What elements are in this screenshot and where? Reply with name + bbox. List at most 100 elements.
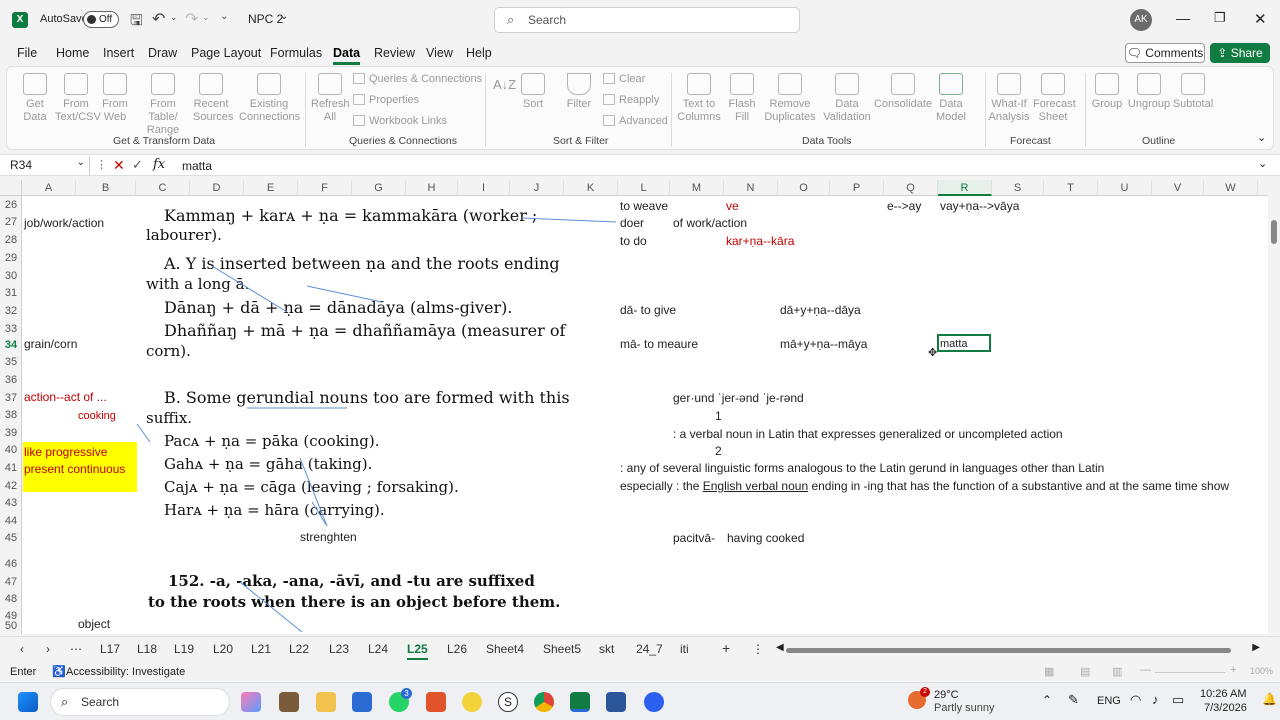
row-header[interactable]: 32 <box>0 305 22 317</box>
maximize-icon[interactable]: ❐ <box>1214 10 1226 26</box>
zoom-out-icon[interactable]: — <box>1140 664 1151 676</box>
cancel-icon[interactable]: ✕ <box>113 157 125 174</box>
scroll-thumb[interactable] <box>1271 220 1277 244</box>
cell-m37[interactable]: ger·und ˈjer-ənd ˈje-rənd <box>673 391 804 405</box>
group-button[interactable]: Group <box>1089 73 1125 111</box>
remove-duplicates-button[interactable]: Remove Duplicates <box>763 73 817 124</box>
menu-help[interactable]: Help <box>466 46 492 60</box>
vertical-scrollbar[interactable] <box>1268 180 1280 634</box>
properties-button[interactable]: Properties <box>353 94 419 106</box>
cell-l27[interactable]: doer <box>620 216 644 230</box>
what-if-analysis-button[interactable]: What-If Analysis <box>987 73 1031 124</box>
filter-button[interactable]: Filter <box>561 73 597 111</box>
clear-filter-button[interactable]: Clear <box>603 73 645 85</box>
formula-options-icon[interactable]: ⋮ <box>96 158 107 171</box>
col-header-f[interactable]: F <box>298 180 352 196</box>
tab-l22[interactable]: L22 <box>289 642 309 656</box>
row-header[interactable]: 43 <box>0 497 22 509</box>
wifi-icon[interactable]: ◠ <box>1130 692 1141 708</box>
col-header-k[interactable]: K <box>564 180 618 196</box>
scroll-right-icon[interactable]: ▶ <box>1252 642 1260 653</box>
tab-prev-icon[interactable]: ‹ <box>20 642 24 656</box>
col-header-v[interactable]: V <box>1152 180 1204 196</box>
tab-sheet4[interactable]: Sheet4 <box>486 642 524 656</box>
comments-button[interactable]: 🗨 Comments <box>1125 43 1205 63</box>
from-text-csv-button[interactable]: From Text/CSV <box>55 73 101 124</box>
language-indicator[interactable]: ENG <box>1097 695 1121 707</box>
col-header-o[interactable]: O <box>778 180 830 196</box>
skype-icon[interactable]: S <box>498 692 518 712</box>
scroll-left-icon[interactable]: ◀ <box>776 642 784 653</box>
taskbar-search[interactable]: ⌕ Search <box>50 688 230 716</box>
from-web-button[interactable]: From Web <box>99 73 131 124</box>
col-header-h[interactable]: H <box>406 180 458 196</box>
data-model-button[interactable]: Data Model <box>931 73 971 124</box>
cell-r34[interactable]: matta <box>940 338 968 350</box>
tab-iti[interactable]: iti <box>680 642 689 656</box>
tab-l25[interactable]: L25 <box>407 642 428 660</box>
cell-l32[interactable]: dā- to give <box>620 303 676 317</box>
file-explorer-icon[interactable] <box>316 692 336 712</box>
enter-icon[interactable]: ✓ <box>132 157 143 173</box>
row-header[interactable]: 35 <box>0 356 22 368</box>
tab-l19[interactable]: L19 <box>174 642 194 656</box>
cell-m27[interactable]: of work/action <box>673 216 747 230</box>
tab-sheet5[interactable]: Sheet5 <box>543 642 581 656</box>
book-app-icon[interactable] <box>279 692 299 712</box>
menu-draw[interactable]: Draw <box>148 46 177 60</box>
tab-options-icon[interactable]: ⋮ <box>752 642 764 656</box>
row-header[interactable]: 40 <box>0 444 22 456</box>
menu-page-layout[interactable]: Page Layout <box>191 46 261 60</box>
weather-widget[interactable]: 2 29°C Partly sunny <box>908 687 1018 717</box>
col-header-m[interactable]: M <box>670 180 724 196</box>
tasks-icon[interactable] <box>462 692 482 712</box>
col-header-j[interactable]: J <box>510 180 564 196</box>
sort-button[interactable]: Sort <box>515 73 551 111</box>
forecast-sheet-button[interactable]: Forecast Sheet <box>1033 73 1076 124</box>
tab-skt[interactable]: skt <box>599 642 614 656</box>
copilot-icon[interactable] <box>241 692 261 712</box>
tab-l17[interactable]: L17 <box>100 642 120 656</box>
row-header[interactable]: 27 <box>0 216 22 228</box>
customize-qat-icon[interactable]: ⌄ <box>220 11 228 22</box>
tab-next-icon[interactable]: › <box>46 642 50 656</box>
accessibility-icon[interactable]: ♿ <box>52 665 66 678</box>
menu-formulas[interactable]: Formulas <box>270 46 322 60</box>
tab-l21[interactable]: L21 <box>251 642 271 656</box>
row-header[interactable]: 48 <box>0 593 22 605</box>
row-header[interactable]: 41 <box>0 462 22 474</box>
col-header-a[interactable]: A <box>22 180 76 196</box>
row-header[interactable]: 44 <box>0 515 22 527</box>
menu-data[interactable]: Data <box>333 46 361 65</box>
notification-icon[interactable]: 🔔 <box>1262 692 1277 706</box>
tab-l23[interactable]: L23 <box>329 642 349 656</box>
col-header-t[interactable]: T <box>1044 180 1098 196</box>
row-header[interactable]: 34 <box>0 339 22 351</box>
tab-24-7[interactable]: 24_7 <box>636 642 663 656</box>
recent-sources-button[interactable]: Recent Sources <box>193 73 233 124</box>
menu-insert[interactable]: Insert <box>103 46 134 60</box>
row-header[interactable]: 28 <box>0 234 22 246</box>
menu-view[interactable]: View <box>426 46 453 60</box>
col-header-i[interactable]: I <box>458 180 510 196</box>
refresh-all-button[interactable]: Refresh All <box>311 73 350 124</box>
col-header-n[interactable]: N <box>724 180 778 196</box>
file-name[interactable]: NPC 2 <box>248 12 283 26</box>
row-header[interactable]: 33 <box>0 323 22 335</box>
col-header-g[interactable]: G <box>352 180 406 196</box>
add-sheet-icon[interactable]: + <box>722 640 730 656</box>
clock-time[interactable]: 10:26 AM <box>1200 688 1246 700</box>
row-header[interactable]: 50 <box>0 620 22 632</box>
existing-connections-button[interactable]: Existing Connections <box>239 73 300 124</box>
minimize-icon[interactable]: — <box>1176 10 1190 26</box>
col-header-e[interactable]: E <box>244 180 298 196</box>
insert-function-icon[interactable]: fx <box>153 157 165 172</box>
col-header-c[interactable]: C <box>136 180 190 196</box>
redo-icon[interactable]: ↷ <box>185 9 198 29</box>
filename-chevron-icon[interactable]: ⌄ <box>280 11 288 22</box>
col-header-r[interactable]: R <box>938 180 992 196</box>
zoom-in-icon[interactable]: + <box>1230 664 1236 676</box>
redo-dropdown-icon[interactable]: ⌄ <box>202 12 210 23</box>
horizontal-scrollbar[interactable]: ◀ ▶ <box>776 642 1260 655</box>
queries-connections-button[interactable]: Queries & Connections <box>353 73 482 85</box>
